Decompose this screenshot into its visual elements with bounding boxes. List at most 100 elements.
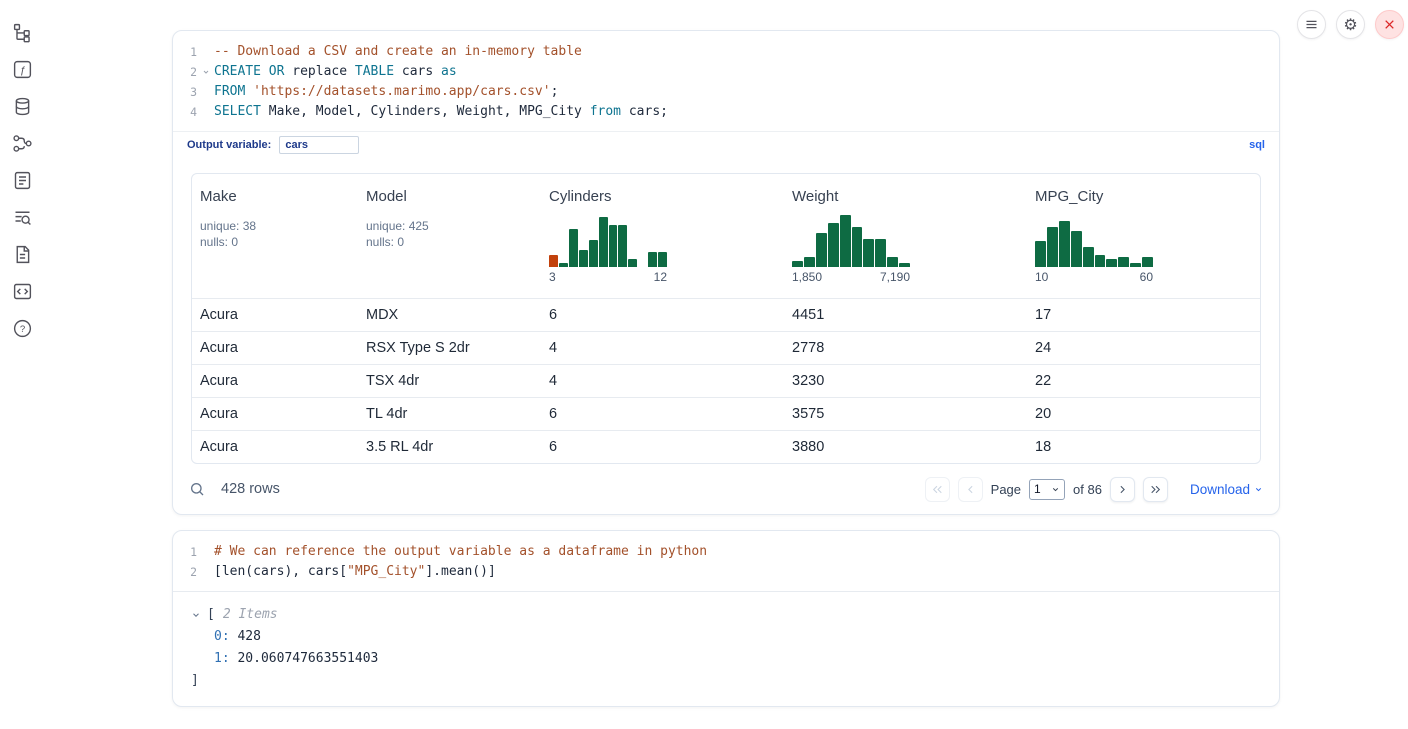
tree-entry: 1: 20.060747663551403	[191, 648, 1279, 670]
column-header-weight[interactable]: Weight 1,8507,190	[784, 174, 1027, 298]
scratchpad-icon	[12, 170, 33, 191]
menu-button[interactable]	[1297, 10, 1326, 39]
table-row: Acura TL 4dr 6 3575 20	[192, 397, 1260, 430]
close-icon	[1383, 18, 1396, 31]
first-page-button[interactable]	[925, 477, 950, 502]
code-text[interactable]: CREATE OR replace TABLE cars as	[214, 62, 457, 82]
line-number: 4	[173, 102, 197, 122]
cylinders-histogram[interactable]: 3 12	[549, 215, 667, 284]
table-row: Acura RSX Type S 2dr 4 2778 24	[192, 331, 1260, 364]
line-number: 1	[173, 42, 197, 62]
mpg-city-histogram[interactable]: 10 60	[1035, 215, 1153, 284]
column-stat: unique: 425	[366, 218, 533, 234]
sidebar-item-datasources[interactable]	[11, 95, 33, 117]
code-text[interactable]: # We can reference the output variable a…	[214, 542, 707, 562]
column-stat: unique: 38	[200, 218, 350, 234]
hist-min-label: 10	[1035, 270, 1048, 284]
results-table: Make unique: 38 nulls: 0 Model unique: 4…	[191, 173, 1261, 464]
column-header-mpg-city[interactable]: MPG_City 1060	[1027, 174, 1260, 298]
close-bracket: ]	[191, 670, 1279, 692]
gear-icon: ⚙	[1343, 15, 1357, 35]
line-number: 3	[173, 82, 197, 102]
sidebar-item-help[interactable]: ?	[11, 317, 33, 339]
line-number: 2	[173, 62, 197, 82]
download-button[interactable]: Download	[1190, 482, 1263, 497]
hist-max-label: 60	[1140, 270, 1153, 284]
last-page-button[interactable]	[1143, 477, 1168, 502]
next-page-button[interactable]	[1110, 477, 1135, 502]
table-row: Acura 3.5 RL 4dr 6 3880 18	[192, 430, 1260, 463]
page-select[interactable]: 1	[1029, 479, 1065, 500]
sql-cell-toolbar: Output variable: sql	[173, 131, 1279, 158]
code-line[interactable]: 1 -- Download a CSV and create an in-mem…	[173, 42, 1279, 62]
code-line[interactable]: 3 FROM 'https://datasets.marimo.app/cars…	[173, 82, 1279, 102]
chevron-left-icon	[964, 483, 977, 496]
sidebar-item-file-explorer[interactable]	[11, 21, 33, 43]
items-count-label: 2 Items	[223, 604, 278, 626]
code-block-icon	[12, 281, 33, 302]
code-line[interactable]: 4 SELECT Make, Model, Cylinders, Weight,…	[173, 102, 1279, 122]
search-icon	[189, 481, 205, 497]
file-tree-icon	[12, 22, 33, 43]
chevron-right-icon	[1116, 483, 1129, 496]
collapse-chevron-icon[interactable]	[191, 610, 203, 620]
sidebar-item-scratchpad[interactable]	[11, 169, 33, 191]
column-header-make[interactable]: Make unique: 38 nulls: 0	[192, 174, 358, 298]
table-search-button[interactable]	[189, 481, 205, 497]
function-icon: ƒ	[12, 59, 33, 80]
code-text[interactable]: -- Download a CSV and create an in-memor…	[214, 42, 582, 62]
chevron-down-icon	[1254, 485, 1263, 494]
fold-chevron-icon[interactable]	[197, 62, 214, 82]
sidebar-item-dependency-graph[interactable]	[11, 132, 33, 154]
notebook-actions: ⚙	[1297, 10, 1404, 39]
tree-entry: 0: 428	[191, 626, 1279, 648]
sidebar-item-logs[interactable]	[11, 206, 33, 228]
column-header-cylinders[interactable]: Cylinders 312	[541, 174, 784, 298]
svg-text:?: ?	[19, 324, 24, 335]
output-variable-input[interactable]	[279, 136, 359, 154]
open-bracket: [	[207, 604, 215, 626]
line-number: 1	[173, 542, 197, 562]
code-text[interactable]: SELECT Make, Model, Cylinders, Weight, M…	[214, 102, 668, 122]
chevrons-left-icon	[931, 483, 944, 496]
sidebar-item-documentation[interactable]	[11, 243, 33, 265]
chevrons-right-icon	[1149, 483, 1162, 496]
prev-page-button[interactable]	[958, 477, 983, 502]
svg-text:ƒ: ƒ	[19, 64, 25, 76]
column-stat: nulls: 0	[200, 234, 350, 250]
code-line[interactable]: 2 [len(cars), cars["MPG_City"].mean()]	[173, 562, 1279, 582]
row-count: 428 rows	[221, 481, 280, 497]
hist-max-label: 7,190	[880, 270, 910, 284]
page-label: Page	[991, 482, 1021, 497]
page-select-value: 1	[1034, 482, 1041, 496]
column-stat: nulls: 0	[366, 234, 533, 250]
hist-max-label: 12	[654, 270, 667, 284]
column-header-model[interactable]: Model unique: 425 nulls: 0	[358, 174, 541, 298]
code-line[interactable]: 1 # We can reference the output variable…	[173, 542, 1279, 562]
hamburger-icon	[1304, 17, 1319, 32]
sidebar-item-variables[interactable]: ƒ	[11, 58, 33, 80]
activity-sidebar: ƒ ?	[0, 0, 44, 729]
table-header: Make unique: 38 nulls: 0 Model unique: 4…	[192, 174, 1260, 298]
code-text[interactable]: FROM 'https://datasets.marimo.app/cars.c…	[214, 82, 558, 102]
settings-button[interactable]: ⚙	[1336, 10, 1365, 39]
sql-code-editor[interactable]: 1 -- Download a CSV and create an in-mem…	[173, 31, 1279, 131]
line-number: 2	[173, 562, 197, 582]
hist-min-label: 3	[549, 270, 556, 284]
python-output-tree: [ 2 Items 0: 428 1: 20.060747663551403 ]	[173, 592, 1279, 706]
code-line[interactable]: 2 CREATE OR replace TABLE cars as	[173, 62, 1279, 82]
dependency-graph-icon	[12, 133, 33, 154]
sidebar-item-snippets[interactable]	[11, 280, 33, 302]
code-text[interactable]: [len(cars), cars["MPG_City"].mean()]	[214, 562, 496, 582]
language-badge: sql	[1249, 139, 1265, 151]
python-cell: 1 # We can reference the output variable…	[172, 530, 1280, 707]
hist-min-label: 1,850	[792, 270, 822, 284]
python-code-editor[interactable]: 1 # We can reference the output variable…	[173, 531, 1279, 591]
weight-histogram[interactable]: 1,850 7,190	[792, 215, 910, 284]
list-search-icon	[12, 207, 33, 228]
table-body: Acura MDX 6 4451 17 Acura RSX Type S 2dr…	[192, 298, 1260, 463]
sql-cell: 1 -- Download a CSV and create an in-mem…	[172, 30, 1280, 515]
chevron-down-icon	[1051, 485, 1060, 494]
shutdown-button[interactable]	[1375, 10, 1404, 39]
output-variable-label: Output variable:	[187, 139, 271, 151]
